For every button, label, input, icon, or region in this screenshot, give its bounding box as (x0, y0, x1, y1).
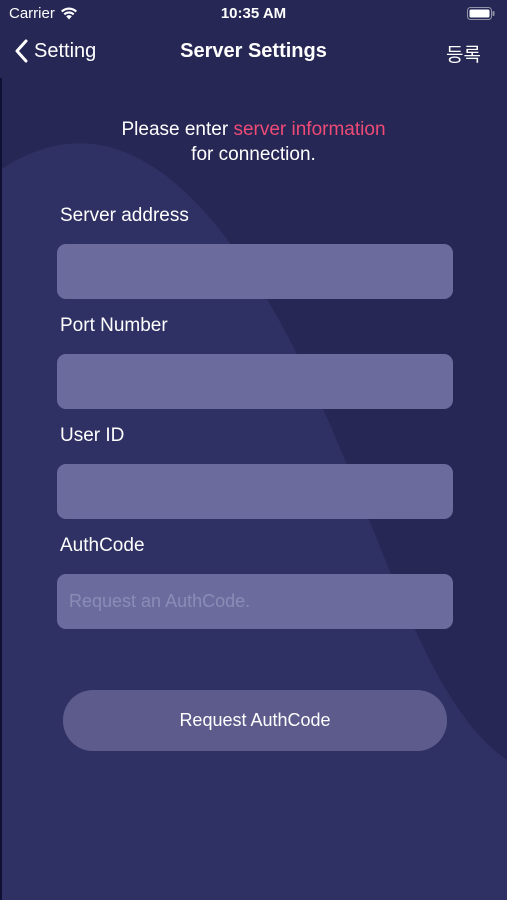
user-id-label: User ID (60, 425, 125, 446)
server-settings-form: Please enter server information for conn… (0, 0, 507, 900)
server-address-input[interactable] (57, 244, 453, 299)
intro-line-1: Please enter server information (0, 117, 507, 142)
intro-highlight: server information (233, 119, 386, 140)
intro-text: Please enter server information for conn… (0, 117, 507, 167)
authcode-label: AuthCode (60, 535, 145, 556)
user-id-input[interactable] (57, 464, 453, 519)
intro-prefix: Please enter (121, 119, 234, 140)
port-number-input[interactable] (57, 354, 453, 409)
port-number-label: Port Number (60, 315, 168, 336)
server-address-label: Server address (60, 205, 189, 226)
intro-line-2: for connection. (191, 144, 316, 165)
authcode-input[interactable] (57, 574, 453, 629)
request-authcode-button[interactable]: Request AuthCode (63, 690, 447, 751)
